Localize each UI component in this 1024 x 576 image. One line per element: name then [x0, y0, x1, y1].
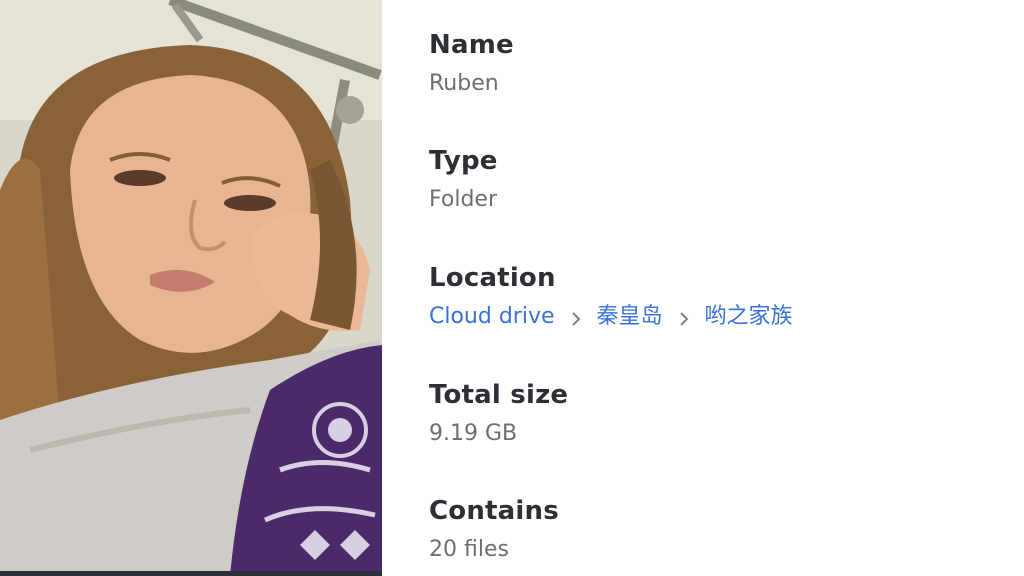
location-breadcrumb: Cloud drive 秦皇岛 哟之家族	[429, 303, 793, 331]
total-size-value: 9.19 GB	[429, 421, 518, 446]
chevron-right-icon	[663, 303, 705, 331]
type-label: Type	[429, 146, 498, 176]
total-size-field: Total size 9.19 GB	[429, 380, 568, 448]
name-value: Ruben	[429, 71, 499, 96]
location-label: Location	[429, 263, 556, 293]
contains-value: 20 files	[429, 537, 509, 562]
contains-field: Contains 20 files	[429, 496, 559, 564]
details-panel: Name Ruben Type Folder Location Cloud dr…	[382, 0, 1024, 576]
contains-label: Contains	[429, 496, 559, 526]
name-field: Name Ruben	[429, 30, 514, 98]
image-bottom-edge	[0, 571, 382, 576]
type-field: Type Folder	[429, 146, 498, 214]
cover-photo	[0, 0, 382, 576]
folder-details-view: Name Ruben Type Folder Location Cloud dr…	[0, 0, 1024, 576]
location-field: Location Cloud drive 秦皇岛 哟之家族	[429, 263, 793, 331]
breadcrumb-qinhuangdao[interactable]: 秦皇岛	[597, 303, 663, 331]
folder-cover-image[interactable]	[0, 0, 382, 576]
breadcrumb-cloud-drive[interactable]: Cloud drive	[429, 303, 555, 331]
total-size-label: Total size	[429, 380, 569, 410]
type-value: Folder	[429, 187, 497, 212]
breadcrumb-family-folder[interactable]: 哟之家族	[705, 303, 793, 331]
name-label: Name	[429, 30, 514, 60]
chevron-right-icon	[555, 303, 597, 331]
